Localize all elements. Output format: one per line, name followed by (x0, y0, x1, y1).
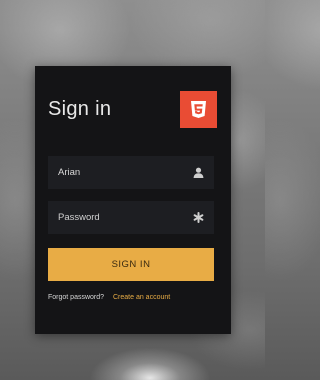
password-input[interactable] (48, 201, 188, 234)
logo (180, 91, 217, 128)
username-input[interactable] (48, 156, 188, 189)
asterisk-icon (193, 212, 204, 223)
password-field[interactable] (48, 201, 214, 234)
page-title: Sign in (48, 98, 112, 120)
sign-in-button[interactable]: SIGN IN (48, 248, 214, 281)
html5-shield-icon (191, 101, 206, 118)
user-icon (193, 167, 204, 178)
username-field[interactable] (48, 156, 214, 189)
forgot-password-link[interactable]: Forgot password? (48, 294, 104, 301)
account-links: Forgot password? Create an account (48, 294, 170, 301)
create-account-link[interactable]: Create an account (113, 294, 170, 301)
login-card: Sign in SIGN IN Forgot password? Create … (35, 66, 231, 334)
